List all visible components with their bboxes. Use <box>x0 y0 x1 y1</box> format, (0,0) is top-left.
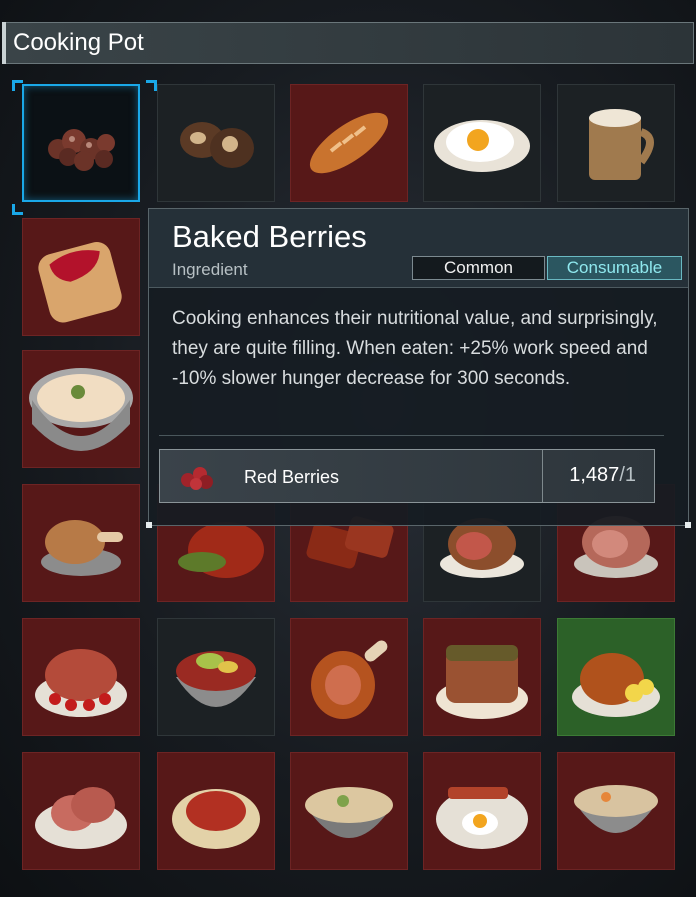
recipe-slot-milk-mug[interactable] <box>557 84 675 202</box>
recipe-slot-ramen[interactable] <box>290 752 408 870</box>
recipe-slot-ham-steak[interactable] <box>22 752 140 870</box>
recipe-slot-baked-berries[interactable] <box>22 84 140 202</box>
ingredient-row: Red Berries 1,487/1 <box>159 449 655 503</box>
jam-toast-icon <box>38 242 122 323</box>
red-berries-icon <box>181 467 213 490</box>
fried-egg-icon <box>434 120 530 172</box>
divider <box>159 435 664 436</box>
recipe-slot-salad[interactable] <box>157 618 275 736</box>
recipe-slot-jam-toast[interactable] <box>22 218 140 336</box>
recipe-slot-meat-leg[interactable] <box>290 618 408 736</box>
recipe-slot-baked-mushroom[interactable] <box>157 84 275 202</box>
tooltip-corner <box>146 522 152 528</box>
chicken-leg-icon <box>41 520 123 576</box>
item-type: Ingredient <box>172 260 248 279</box>
ingredient-name: Red Berries <box>244 467 340 487</box>
ingredient-divider <box>542 450 543 502</box>
category-badge: Consumable <box>547 256 682 280</box>
pasta-icon <box>172 789 260 849</box>
tooltip-corner <box>685 522 691 528</box>
item-tooltip: Baked Berries Ingredient Common Consumab… <box>146 208 691 528</box>
recipe-slot-fried-egg[interactable] <box>423 84 541 202</box>
recipe-slot-roast-ham-plate[interactable] <box>22 618 140 736</box>
recipe-slot-roast-chicken-leg[interactable] <box>22 484 140 602</box>
soup-bowl-icon <box>29 368 133 451</box>
owned-count: 1,487 <box>569 464 620 486</box>
recipe-slot-pasta[interactable] <box>157 752 275 870</box>
stew-icon <box>574 785 658 833</box>
selection-corner <box>146 80 157 91</box>
required-count: /1 <box>619 464 636 486</box>
ham-steak-icon <box>35 787 127 849</box>
roast-chicken-icon <box>572 653 660 717</box>
meat-leg-icon <box>311 640 388 719</box>
recipe-slot-stew[interactable] <box>557 752 675 870</box>
ingredient-count: 1,487/1 <box>569 464 636 487</box>
mug-icon <box>589 109 654 180</box>
tooltip-header: Baked Berries Ingredient Common Consumab… <box>149 209 688 288</box>
recipe-slot-mushroom-soup[interactable] <box>22 350 140 468</box>
ramen-icon <box>305 787 393 838</box>
selection-corner <box>12 204 23 215</box>
recipe-slot-bread[interactable] <box>290 84 408 202</box>
item-description: Cooking enhances their nutritional value… <box>172 308 658 389</box>
bread-icon <box>309 112 389 174</box>
roast-ham-icon <box>35 649 127 717</box>
rarity-badge: Common <box>412 256 545 280</box>
salad-icon <box>176 651 256 707</box>
recipe-slot-roast-chicken[interactable] <box>557 618 675 736</box>
item-name: Baked Berries <box>172 219 367 254</box>
meat-loaf-icon <box>436 645 528 719</box>
selection-corner <box>12 80 23 91</box>
recipe-slot-meat-loaf[interactable] <box>423 618 541 736</box>
baked-mushroom-icon <box>180 122 254 168</box>
recipe-slot-breakfast[interactable] <box>423 752 541 870</box>
breakfast-icon <box>436 787 528 849</box>
baked-berries-icon <box>48 129 115 171</box>
